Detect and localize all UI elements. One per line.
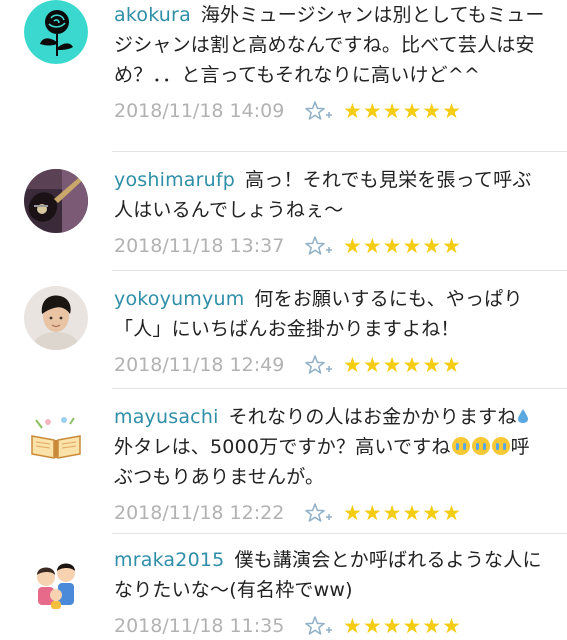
comment-text: yoshimarufp 高っ！それでも見栄を張って呼ぶ人はいるんでしょうねぇ〜 (114, 165, 546, 225)
rating-stars: ★★★★★★ (343, 614, 462, 638)
comment-text: mraka2015 僕も講演会とか呼ばれるような人になりたいな〜(有名枠でww) (114, 545, 546, 605)
divider (112, 533, 567, 534)
rating-stars: ★★★★★★ (343, 234, 462, 258)
divider (112, 151, 567, 152)
username-link[interactable]: mayusachi (114, 406, 219, 428)
divider (112, 270, 567, 271)
avatar-family[interactable] (24, 551, 88, 615)
timestamp: 2018/11/18 13:37 (114, 235, 285, 257)
rose-icon (24, 0, 88, 64)
crying-face-emoji-icon (471, 437, 490, 455)
avatar-rose[interactable] (24, 0, 88, 64)
comment-meta: 2018/11/18 14:09 ★★★★★★ (114, 96, 546, 126)
crying-face-emoji-icon (491, 437, 510, 455)
comment-text: akokura 海外ミュージシャンは別としてもミュージシャンは割と高めなんですね。… (114, 0, 546, 90)
timestamp: 2018/11/18 12:49 (114, 354, 285, 376)
username-link[interactable]: akokura (114, 4, 191, 26)
comment-meta: 2018/11/18 12:49 ★★★★★★ (114, 350, 546, 380)
favorite-plus-icon[interactable] (304, 502, 334, 526)
avatar-book[interactable] (24, 406, 88, 470)
rating-stars: ★★★★★★ (343, 353, 462, 377)
timestamp: 2018/11/18 11:35 (114, 615, 285, 637)
comment-meta: 2018/11/18 11:35 ★★★★★★ (114, 611, 546, 640)
comment-list: akokura 海外ミュージシャンは別としてもミュージシャンは割と高めなんですね。… (0, 0, 567, 640)
comment-meta: 2018/11/18 13:37 ★★★★★★ (114, 231, 546, 261)
crying-face-emoji-icon (451, 437, 470, 455)
username-link[interactable]: yokoyumyum (114, 288, 244, 310)
favorite-plus-icon[interactable] (304, 100, 334, 124)
favorite-plus-icon[interactable] (304, 235, 334, 259)
person-photo-icon (24, 286, 88, 350)
avatar-person[interactable] (24, 286, 88, 350)
rating-stars: ★★★★★★ (343, 501, 462, 525)
book-illustration-icon (24, 406, 88, 470)
favorite-plus-icon[interactable] (304, 354, 334, 378)
username-link[interactable]: mraka2015 (114, 549, 224, 571)
comment-message-part1: それなりの人はお金かかりますね (228, 406, 517, 428)
comment-message-part2: 外タレは、5000万ですか？高いですね (114, 436, 451, 458)
username-link[interactable]: yoshimarufp (114, 169, 235, 191)
family-illustration-icon (24, 551, 88, 615)
comment-text: yokoyumyum 何をお願いするにも、やっぱり「人」にいちばんお金掛かりますよ… (114, 284, 546, 344)
comment-meta: 2018/11/18 12:22 ★★★★★★ (114, 498, 546, 528)
comment-text: mayusachi それなりの人はお金かかりますね外タレは、5000万ですか？高い… (114, 402, 546, 492)
avatar-guitar[interactable] (24, 169, 88, 233)
droplet-emoji-icon (517, 409, 528, 423)
rating-stars: ★★★★★★ (343, 99, 462, 123)
timestamp: 2018/11/18 12:22 (114, 502, 285, 524)
divider (112, 388, 567, 389)
guitar-photo-icon (24, 169, 88, 233)
favorite-plus-icon[interactable] (304, 615, 334, 639)
timestamp: 2018/11/18 14:09 (114, 100, 285, 122)
